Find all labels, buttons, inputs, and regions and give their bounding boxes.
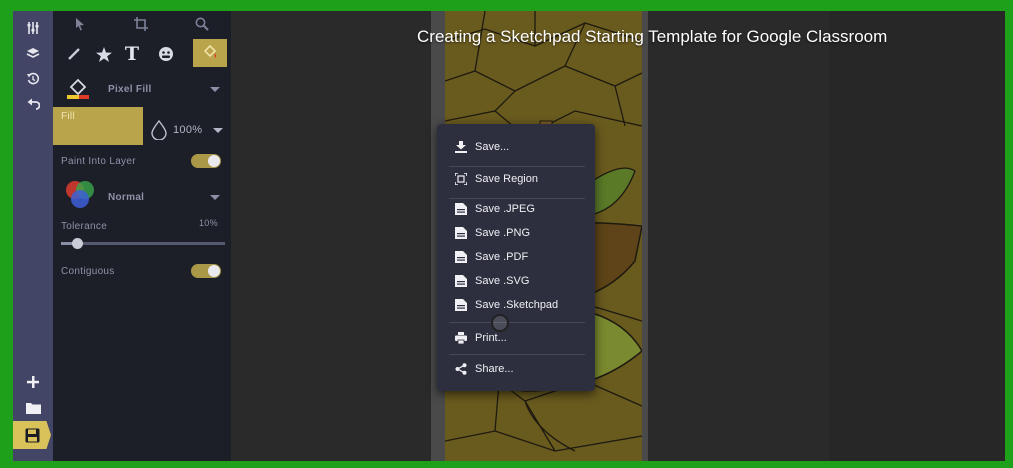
region-icon [455, 173, 467, 185]
menu-item-save-svg[interactable]: Save .SVG [437, 270, 595, 292]
tolerance-label: Tolerance [61, 221, 108, 232]
folder-icon[interactable] [19, 397, 47, 419]
menu-item-print[interactable]: Print... [437, 327, 595, 349]
zoom-icon[interactable] [195, 17, 209, 31]
fill-color-swatch[interactable]: Fill [53, 107, 143, 145]
save-menu: Save... Save Region Save .JPEG Save .PNG… [437, 124, 595, 391]
menu-item-label: Save... [475, 141, 510, 153]
history-icon[interactable] [19, 68, 47, 90]
blend-mode-value[interactable]: Normal [108, 192, 144, 203]
icon-rail [13, 11, 53, 461]
menu-item-label: Save .PDF [475, 251, 529, 263]
add-icon[interactable] [19, 371, 47, 393]
file-icon [455, 251, 467, 263]
menu-divider [449, 166, 585, 167]
menu-item-save-jpeg[interactable]: Save .JPEG [437, 198, 595, 220]
menu-item-label: Print... [475, 332, 507, 344]
menu-item-label: Save .PNG [475, 227, 531, 239]
text-icon[interactable]: T [121, 43, 143, 65]
tool-name: Pixel Fill [108, 84, 152, 95]
download-icon [455, 141, 467, 153]
menu-divider [449, 354, 585, 355]
print-icon [455, 332, 467, 344]
file-icon [455, 299, 467, 311]
video-title: Creating a Sketchpad Starting Template f… [417, 27, 888, 46]
menu-item-save-sketchpad[interactable]: Save .Sketchpad [437, 294, 595, 316]
menu-item-label: Save .JPEG [475, 203, 535, 215]
menu-item-label: Save .Sketchpad [475, 299, 559, 311]
toggle-knob [208, 265, 220, 277]
share-icon [455, 363, 467, 375]
top-tool-row [53, 11, 231, 39]
star-icon[interactable] [95, 45, 113, 63]
save-icon[interactable] [13, 421, 51, 449]
pixel-fill-icon [65, 77, 91, 104]
menu-item-save[interactable]: Save... [437, 136, 595, 158]
app-screen: T Pixel Fill Fill 100% Paint Into Layer [13, 11, 1005, 461]
opacity-dropdown-caret[interactable] [213, 128, 223, 133]
layers-icon[interactable] [19, 42, 47, 64]
paint-into-layer-label: Paint Into Layer [61, 156, 136, 167]
drawing-tool-row: T [53, 37, 231, 71]
toggle-knob [208, 155, 220, 167]
menu-item-save-region[interactable]: Save Region [437, 168, 595, 190]
file-icon [455, 203, 467, 215]
opacity-value[interactable]: 100% [173, 124, 202, 136]
menu-item-label: Share... [475, 363, 514, 375]
menu-divider [449, 322, 585, 323]
tolerance-value: 10% [199, 218, 218, 228]
crop-icon[interactable] [134, 17, 148, 31]
file-icon [455, 275, 467, 287]
menu-item-save-png[interactable]: Save .PNG [437, 222, 595, 244]
blend-dropdown-caret[interactable] [210, 195, 220, 200]
brush-icon[interactable] [65, 45, 83, 63]
opacity-drop-icon [150, 119, 168, 143]
menu-item-share[interactable]: Share... [437, 358, 595, 380]
sliders-icon[interactable] [19, 17, 47, 39]
tool-panel: T Pixel Fill Fill 100% Paint Into Layer [53, 11, 231, 461]
menu-item-label: Save .SVG [475, 275, 530, 287]
menu-item-save-pdf[interactable]: Save .PDF [437, 246, 595, 268]
menu-item-label: Save Region [475, 173, 538, 185]
paint-into-layer-toggle[interactable] [191, 154, 221, 168]
blend-mode-icon [63, 179, 97, 214]
tolerance-slider-track[interactable] [61, 242, 225, 245]
emoji-icon[interactable] [157, 45, 175, 63]
contiguous-toggle[interactable] [191, 264, 221, 278]
pointer-icon[interactable] [75, 17, 85, 31]
tool-dropdown-caret[interactable] [210, 87, 220, 92]
fill-label: Fill [61, 111, 75, 122]
contiguous-label: Contiguous [61, 266, 115, 277]
mouse-cursor-indicator [491, 314, 509, 332]
fill-icon[interactable] [193, 39, 227, 67]
file-icon [455, 227, 467, 239]
undo-icon[interactable] [19, 93, 47, 115]
tolerance-slider-thumb[interactable] [72, 238, 83, 249]
